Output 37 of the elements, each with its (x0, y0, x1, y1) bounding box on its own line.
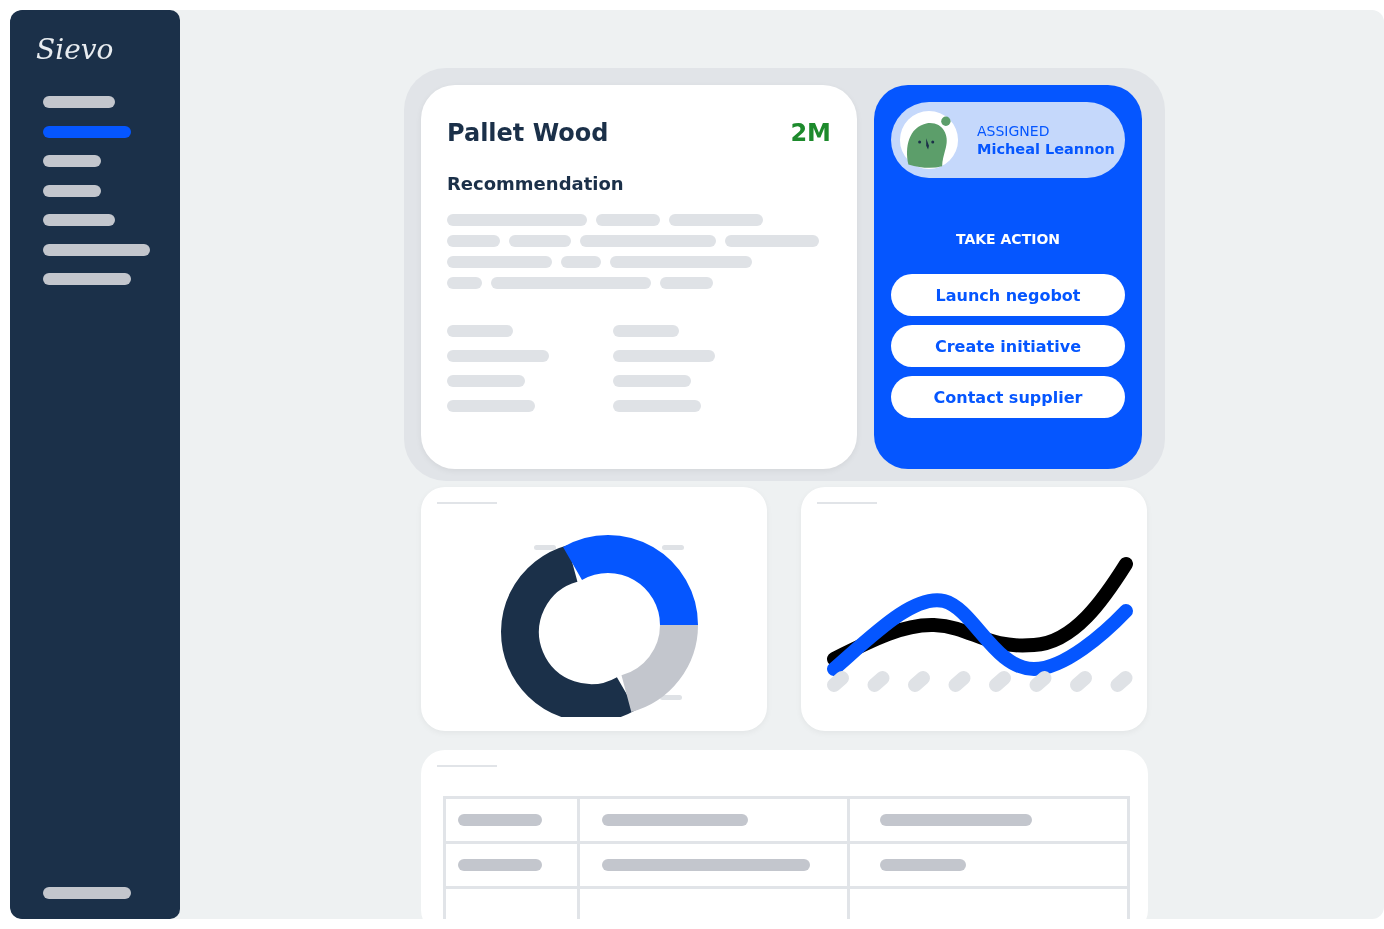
assigned-label: ASSIGNED (977, 123, 1051, 139)
action-button[interactable]: Create initiative (891, 325, 1125, 367)
text-placeholder-bar (447, 325, 513, 337)
logo: Sievo (36, 34, 115, 66)
action-button[interactable]: Contact supplier (891, 376, 1125, 418)
section-heading: TAKE ACTION (954, 231, 1062, 247)
axis-label-placeholder (1029, 671, 1052, 692)
text-placeholder-bar (613, 325, 679, 337)
axis-label-placeholder (827, 671, 849, 692)
legend-placeholder-bar (660, 695, 682, 700)
text-placeholder-bar (596, 214, 660, 226)
axis-label-placeholder (867, 671, 890, 692)
card-subtitle: Recommendation (447, 173, 625, 194)
axis-label-placeholder (989, 671, 1011, 692)
sidebar-item[interactable] (43, 243, 150, 256)
savings-value: 2M (790, 119, 831, 147)
action-button[interactable]: Launch negobot (891, 274, 1125, 316)
text-placeholder-bar (509, 235, 571, 247)
assignee-name: Micheal Leannon (977, 141, 1115, 157)
avatar-icon (899, 110, 959, 170)
legend-placeholder-bar (534, 545, 556, 550)
axis-label-placeholder (1110, 671, 1133, 692)
sidebar-item[interactable] (43, 96, 115, 108)
text-placeholder-bar (447, 235, 500, 247)
sidebar-item[interactable] (43, 887, 131, 899)
sidebar-item[interactable] (43, 184, 101, 197)
sidebar-item[interactable] (43, 214, 115, 226)
axis-label-placeholder (948, 671, 971, 692)
text-placeholder-bar (561, 256, 601, 268)
card-title: Pallet Wood (447, 119, 609, 147)
sidebar-item[interactable] (43, 273, 131, 285)
text-placeholder-bar (660, 277, 713, 289)
sidebar-item[interactable] (43, 155, 101, 167)
axis-label-placeholder (1070, 671, 1092, 692)
legend-placeholder-bar (662, 545, 684, 550)
text-placeholder-bar (447, 277, 482, 289)
axis-label-placeholder (908, 671, 930, 692)
